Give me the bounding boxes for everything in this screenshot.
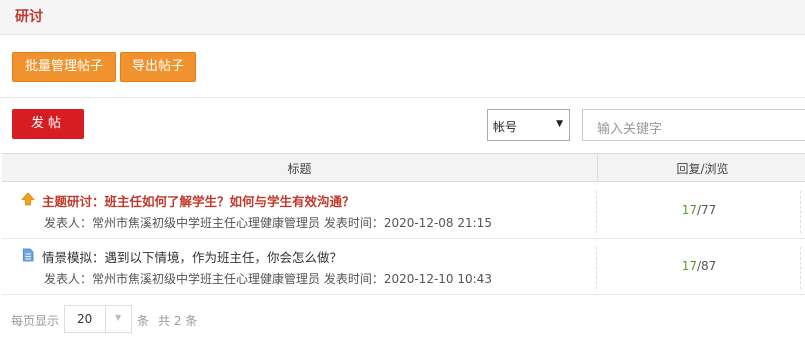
page-header: 研讨 (0, 0, 805, 35)
search-field-value: 帐号 (493, 120, 518, 134)
page-title: 研讨 (15, 9, 43, 25)
reply-view-count: 17/87 (598, 259, 800, 273)
export-posts-button[interactable]: 导出帖子 (120, 52, 196, 82)
search-input[interactable]: 输入关键字 (582, 109, 805, 141)
chevron-down-icon: ▼ (556, 119, 563, 129)
document-icon (23, 248, 34, 262)
divider (0, 97, 805, 98)
view-count: /77 (696, 203, 717, 217)
page-size-dropdown-button[interactable]: ▼ (105, 306, 131, 332)
cell-divider (800, 191, 801, 233)
reply-view-count: 17/77 (598, 203, 800, 217)
per-page-label: 每页显示 (11, 314, 60, 328)
post-meta: 发表人：常州市焦溪初级中学班主任心理健康管理员 发表时间：2020-12-08 … (44, 216, 492, 230)
column-header-title: 标题 (287, 162, 312, 176)
page-size-value: 20 (77, 312, 93, 326)
chevron-down-icon: ▼ (115, 313, 122, 322)
table-row: 情景模拟：遇到以下情境，作为班主任，你会怎么做？ 发表人：常州市焦溪初级中学班主… (2, 239, 805, 295)
page-size-select[interactable]: 20 ▼ (64, 305, 132, 333)
new-post-button[interactable]: 发帖 (12, 109, 84, 139)
batch-manage-button[interactable]: 批量管理帖子 (12, 52, 116, 82)
table-header: 标题 回复/浏览 (2, 153, 805, 182)
page-size-unit: 条 (137, 314, 150, 328)
post-title-link[interactable]: 主题研讨：班主任如何了解学生？如何与学生有效沟通？ (42, 191, 355, 210)
post-meta: 发表人：常州市焦溪初级中学班主任心理健康管理员 发表时间：2020-12-10 … (44, 272, 492, 286)
arrow-up-icon (21, 192, 35, 206)
cell-divider (596, 247, 597, 289)
cell-divider (596, 191, 597, 233)
view-count: /87 (696, 259, 717, 273)
table-row: 主题研讨：班主任如何了解学生？如何与学生有效沟通？ 发表人：常州市焦溪初级中学班… (2, 183, 805, 239)
search-field-select[interactable]: 帐号 ▼ (487, 109, 570, 141)
reply-count: 17 (681, 259, 697, 273)
pagination: 每页显示 20 ▼ 条 共 2 条 (0, 300, 805, 340)
post-title-link[interactable]: 情景模拟：遇到以下情境，作为班主任，你会怎么做？ (42, 247, 342, 266)
total-count: 共 2 条 (158, 314, 198, 328)
reply-count: 17 (681, 203, 697, 217)
search-placeholder: 输入关键字 (597, 122, 663, 137)
column-header-reply-views: 回复/浏览 (676, 162, 729, 176)
cell-divider (800, 247, 801, 289)
